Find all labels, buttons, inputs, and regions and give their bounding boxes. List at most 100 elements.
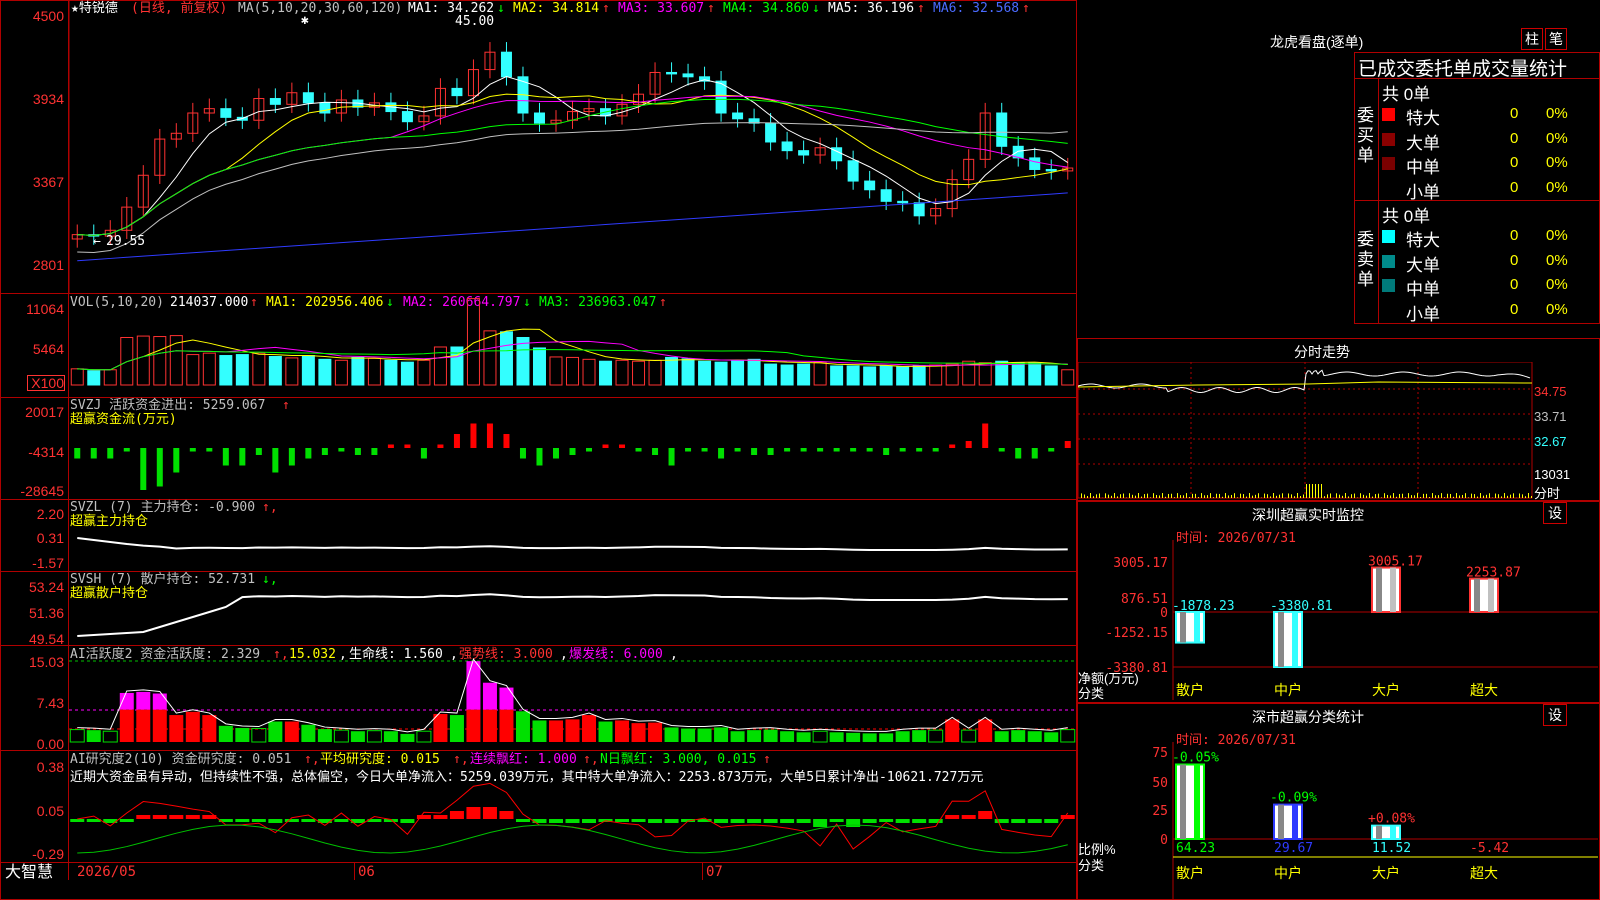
volume-bar <box>615 359 629 386</box>
intraday-vol-bar <box>1438 495 1439 498</box>
candle <box>897 200 909 204</box>
volume-bar <box>830 365 844 386</box>
ai-research-chart <box>70 782 1075 854</box>
intraday-vol-bar <box>1483 495 1484 498</box>
intraday-vol-bar <box>1093 496 1094 498</box>
intraday-vol-bar <box>1273 493 1274 498</box>
intraday-vol-bar <box>1174 497 1175 498</box>
intraday-vol-bar <box>1489 493 1490 498</box>
vol-axis-label: 11064 <box>26 301 64 317</box>
svzj-bar <box>503 434 510 448</box>
intraday-vol-bar <box>1222 496 1223 498</box>
ai2-bar <box>978 719 993 742</box>
bar-mode-button[interactable]: 柱 <box>1521 28 1543 50</box>
ai2-bar <box>565 719 580 742</box>
ai-research-bar <box>449 811 464 819</box>
intraday-vol-bar <box>1177 493 1178 498</box>
cls-value-label: 64.23 <box>1176 841 1215 856</box>
cls-settings-button[interactable]: 设 <box>1543 704 1567 726</box>
pen-mode-button[interactable]: 笔 <box>1545 28 1567 50</box>
intraday-vol-bar <box>1225 493 1226 498</box>
intraday-vol-bar <box>1117 496 1118 498</box>
ai2-bar <box>152 709 167 742</box>
intraday-vol-bar <box>1474 494 1475 498</box>
intraday-vol-bar <box>1234 493 1235 498</box>
ai2-bar <box>218 725 233 742</box>
cls-bar-shade <box>1194 764 1200 839</box>
intraday-vol-bar <box>1282 493 1283 498</box>
ai2-bar <box>86 730 101 742</box>
svzj-bar <box>305 448 312 459</box>
svzj-bar <box>734 448 741 452</box>
ai-research-bar <box>994 819 1009 823</box>
order-color-swatch <box>1382 230 1395 243</box>
intraday-vol-bar <box>1186 493 1187 498</box>
svzj-bar <box>1031 448 1038 459</box>
ai2-bar <box>400 733 415 742</box>
cls-bar-shade <box>1376 825 1382 839</box>
intraday-vol-bar <box>1468 497 1469 498</box>
order-row-percent: 0% <box>1546 178 1568 196</box>
intraday-vol-bar <box>1279 494 1280 498</box>
ai2-bar <box>301 724 316 742</box>
ai2-bar <box>317 729 332 742</box>
ai-research-bar <box>185 815 200 819</box>
intraday-vol-bar <box>1318 484 1319 498</box>
intraday-vol-bar <box>1249 493 1250 498</box>
ai-research-bar <box>813 819 828 827</box>
volume-bar <box>599 360 613 386</box>
ai2-bar <box>69 729 85 743</box>
cls-axis-label: 75 <box>1152 746 1168 761</box>
volume-bar <box>879 365 893 386</box>
sz-bar-shade <box>1474 578 1480 612</box>
intraday-vol-bar <box>1423 493 1424 498</box>
order-row-percent: 0% <box>1546 105 1568 122</box>
ai-research-axis-label: 0.05 <box>36 803 64 819</box>
intraday-vol-bar <box>1147 493 1148 498</box>
volume-bar <box>532 347 546 386</box>
volume-bar <box>516 336 530 386</box>
cls-class-label: 分类 <box>1078 858 1105 873</box>
order-row-value: 0 <box>1510 129 1519 147</box>
intraday-vol-bar <box>1084 494 1085 498</box>
order-color-swatch <box>1382 132 1395 146</box>
candle <box>1029 157 1041 170</box>
volume-bar <box>285 357 299 386</box>
intraday-vol-bar <box>1180 495 1181 498</box>
ai-research-bar <box>1060 815 1075 819</box>
candle <box>269 98 281 105</box>
buy-total: 共 0单 <box>1382 85 1431 104</box>
sz-settings-button[interactable]: 设 <box>1543 502 1567 524</box>
intraday-vol-bar <box>1339 494 1340 498</box>
ai-research-bar <box>301 819 316 822</box>
intraday-vol-bar <box>1288 493 1289 498</box>
volume-bar <box>1061 369 1075 386</box>
intraday-axis-label: 33.71 <box>1534 409 1567 424</box>
intraday-vol-bar <box>1426 493 1427 498</box>
ai2-chart <box>69 658 1076 743</box>
sz-bar-shade <box>1292 612 1298 667</box>
candlestick-chart[interactable] <box>69 0 1076 293</box>
ai2-axis-label: 7.43 <box>36 695 64 711</box>
intraday-vol-bar <box>1348 496 1349 498</box>
cls-category-label: 大户 <box>1372 865 1400 881</box>
cls-axis-label: 25 <box>1152 804 1168 819</box>
svzj-bar <box>1015 448 1022 459</box>
ai2-bar <box>482 709 497 742</box>
order-row-name: 小单 <box>1406 304 1440 324</box>
ai-research-axis-label: -0.29 <box>32 846 64 862</box>
intraday-vol-bar <box>1459 495 1460 498</box>
cls-bar-shade <box>1390 825 1396 839</box>
svzj-bar <box>536 448 543 466</box>
volume-bar <box>483 330 497 386</box>
intraday-chart[interactable] <box>1078 362 1533 499</box>
ai2-bar <box>383 731 398 742</box>
sz-axis-label: -1252.15 <box>1105 626 1168 641</box>
volume-bar <box>945 363 959 386</box>
svzj-bar <box>486 423 493 448</box>
cls-value-label: 11.52 <box>1372 841 1411 856</box>
order-color-swatch <box>1382 254 1395 268</box>
candle <box>220 108 232 118</box>
ai-research-bar <box>747 819 762 823</box>
candle <box>666 71 678 75</box>
